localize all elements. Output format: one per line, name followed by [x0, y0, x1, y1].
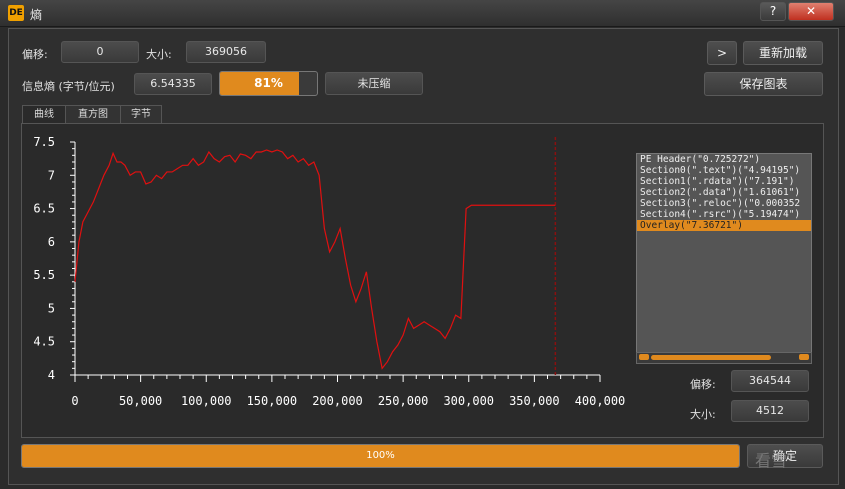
x-tick-label: 350,000: [509, 394, 560, 408]
y-tick-label: 6.5: [33, 202, 55, 216]
save-chart-button[interactable]: 保存图表: [704, 72, 823, 96]
app-logo-icon: DE: [8, 5, 24, 21]
x-tick-label: 400,000: [575, 394, 625, 408]
y-tick-label: 5: [48, 301, 55, 315]
entropy-percent-text: 81%: [254, 76, 283, 90]
detail-size-label: 大小:: [690, 408, 716, 421]
section-list-scrollbar[interactable]: [636, 352, 812, 364]
offset-field[interactable]: 0: [61, 41, 139, 63]
reload-button[interactable]: 重新加载: [743, 41, 823, 65]
section-item[interactable]: Section1(".rdata")("7.191"): [637, 176, 811, 187]
scroll-left-icon[interactable]: [639, 354, 649, 360]
close-button[interactable]: ✕: [788, 2, 834, 21]
progress-text: 100%: [366, 450, 395, 461]
x-tick-label: 50,000: [119, 394, 162, 408]
size-label: 大小:: [146, 48, 172, 61]
y-tick-label: 6: [48, 235, 55, 249]
progress-bar: 100%: [21, 444, 740, 468]
entropy-series-line: [74, 149, 556, 370]
watermark-logo: 看雪: [755, 451, 788, 470]
y-tick-label: 4.5: [33, 335, 55, 349]
x-tick-label: 100,000: [181, 394, 232, 408]
entropy-value-field[interactable]: 6.54335: [134, 73, 212, 95]
x-tick-label: 250,000: [378, 394, 429, 408]
y-tick-label: 4: [48, 368, 55, 382]
tab-curve[interactable]: 曲线: [22, 105, 66, 124]
tab-histogram[interactable]: 直方图: [65, 105, 121, 124]
window-title: 熵: [30, 8, 43, 22]
tab-bytes[interactable]: 字节: [120, 105, 162, 124]
help-button[interactable]: ?: [760, 2, 786, 21]
detail-offset-label: 偏移:: [690, 378, 716, 391]
compression-status: 未压缩: [325, 72, 423, 95]
scroll-right-icon[interactable]: [799, 354, 809, 360]
section-item[interactable]: Section3(".reloc")("0.000352: [637, 198, 811, 209]
y-tick-label: 7: [48, 168, 55, 182]
entropy-chart: 4 4.5 5 5.5 6 6.5 7 7.5 0 50,000 100,000 150,000 200…: [33, 135, 625, 408]
section-item[interactable]: Overlay("7.36721"): [637, 220, 811, 231]
section-list[interactable]: PE Header("0.725272") Section0(".text")("…: [636, 153, 812, 364]
scroll-thumb[interactable]: [651, 355, 771, 360]
size-field[interactable]: 369056: [186, 41, 266, 63]
section-item[interactable]: Section4(".rsrc")("5.19474"): [637, 209, 811, 220]
section-item[interactable]: Section0(".text")("4.94195"): [637, 165, 811, 176]
detail-offset-field[interactable]: 364544: [731, 370, 809, 392]
x-tick-label: 300,000: [443, 394, 494, 408]
offset-label: 偏移:: [22, 48, 48, 61]
y-tick-label: 7.5: [33, 135, 55, 149]
y-tick-label: 5.5: [33, 268, 55, 282]
next-button[interactable]: >: [707, 41, 737, 65]
section-item[interactable]: Section2(".data")("1.61061"): [637, 187, 811, 198]
title-bar: DE 熵 ? ✕: [0, 0, 845, 27]
x-tick-label: 150,000: [247, 394, 298, 408]
entropy-percent-bar: 81%: [219, 71, 318, 96]
entropy-label: 信息熵 (字节/位元): [22, 80, 115, 93]
x-tick-label: 0: [71, 394, 78, 408]
detail-size-field[interactable]: 4512: [731, 400, 809, 422]
section-item[interactable]: PE Header("0.725272"): [637, 154, 811, 165]
x-tick-label: 200,000: [312, 394, 363, 408]
